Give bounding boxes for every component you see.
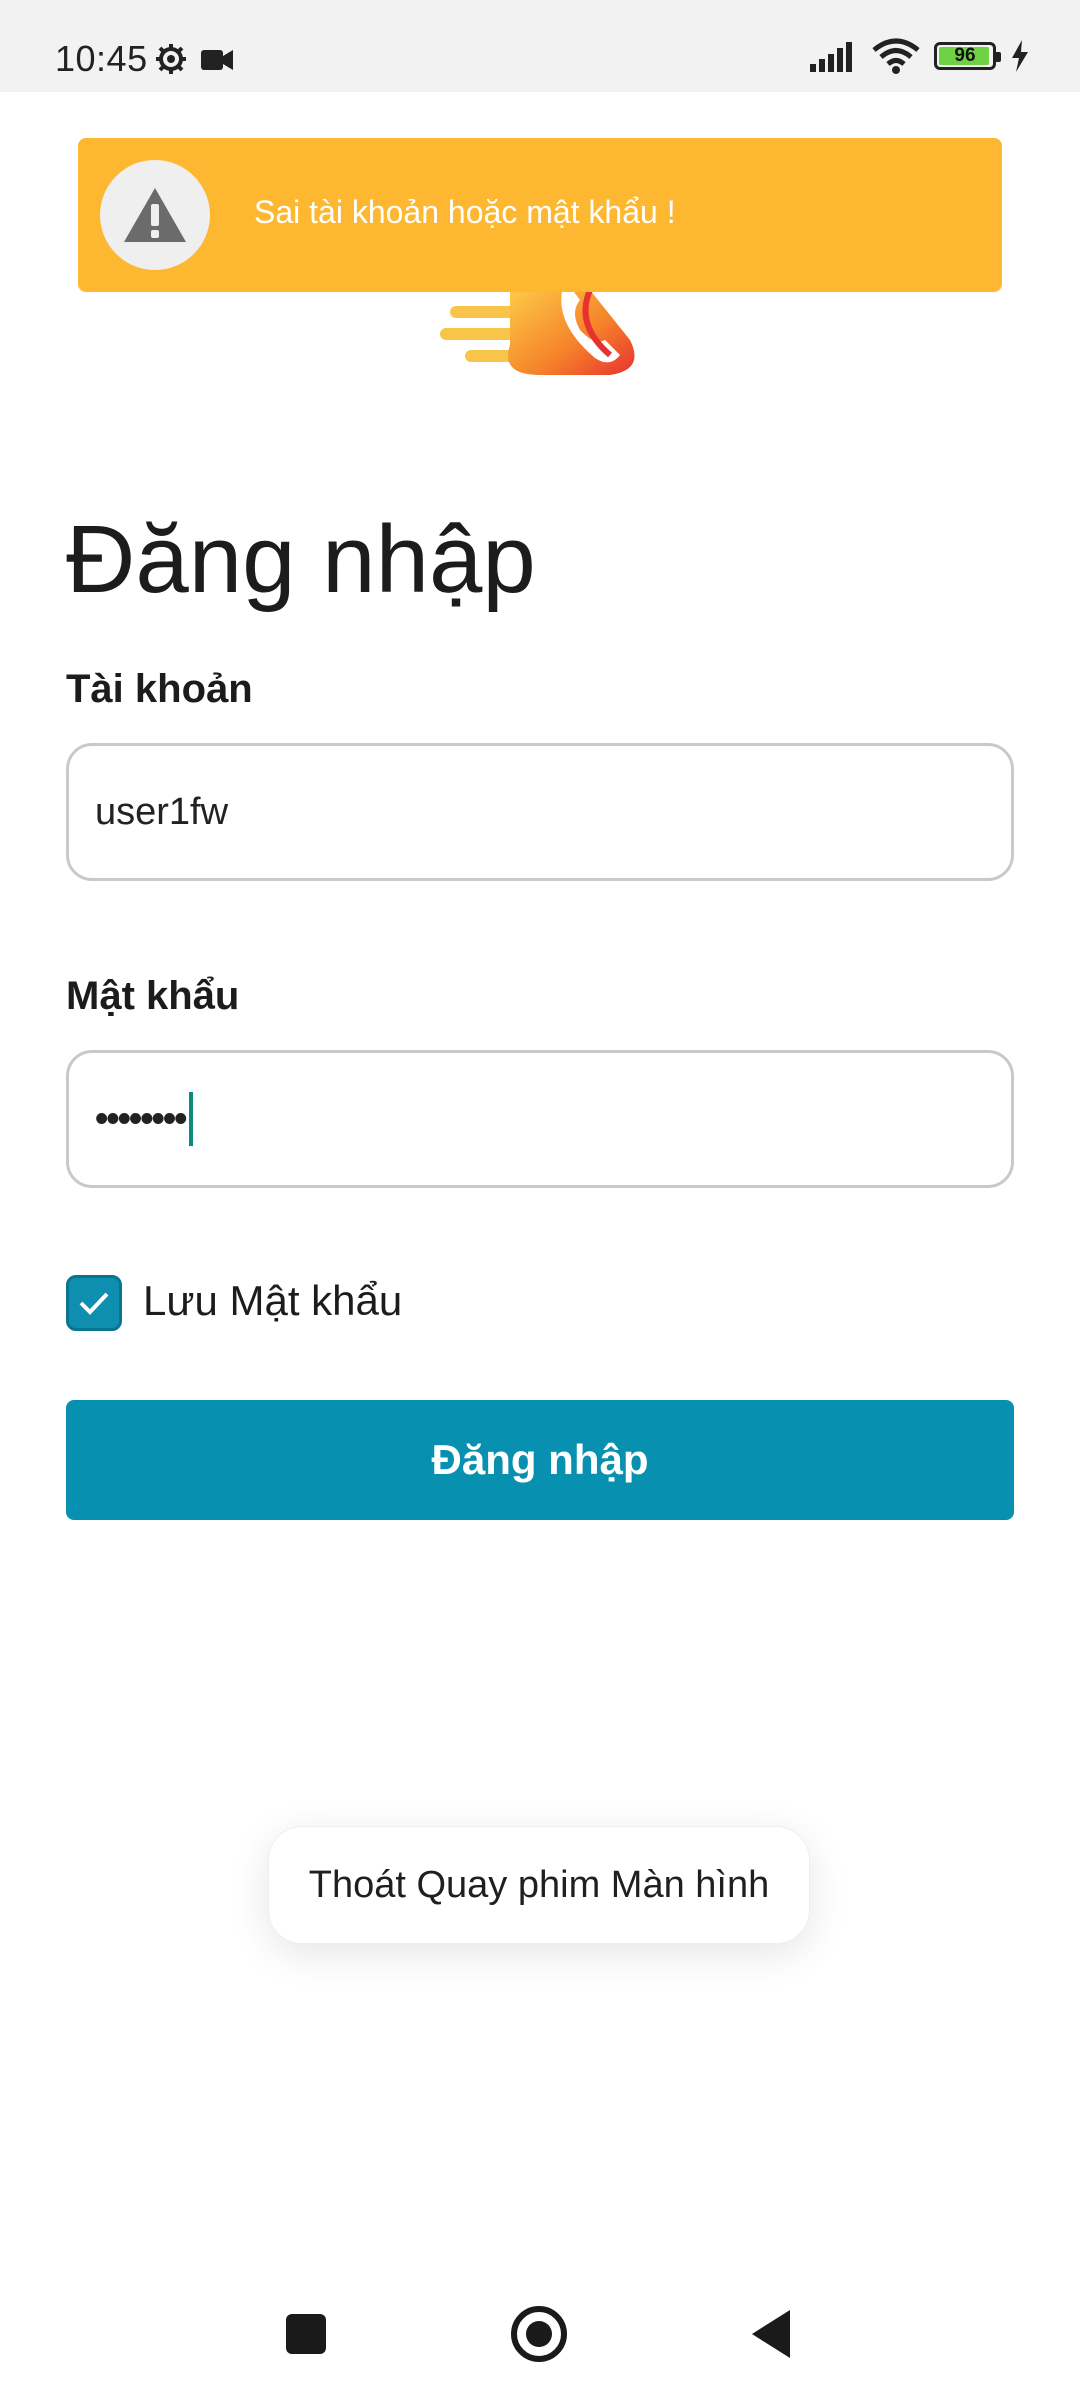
recents-square-icon[interactable]: [286, 2314, 326, 2354]
battery-icon: 96: [934, 42, 1001, 70]
home-circle-icon[interactable]: [511, 2306, 567, 2362]
login-button[interactable]: Đăng nhập: [66, 1400, 1014, 1520]
wifi-icon: [872, 38, 920, 74]
system-nav-bar: [0, 2270, 1080, 2400]
error-alert-banner: Sai tài khoản hoặc mật khẩu !: [78, 138, 1002, 292]
video-camera-icon: [201, 50, 233, 70]
alert-message: Sai tài khoản hoặc mật khẩu !: [254, 194, 676, 230]
password-label: Mật khẩu: [66, 974, 240, 1018]
status-right-icons: 96: [810, 38, 1030, 74]
status-left-icons: [155, 42, 235, 81]
warning-icon-badge: [100, 160, 210, 270]
back-triangle-icon[interactable]: [752, 2310, 790, 2358]
warning-icon: [124, 188, 186, 242]
signal-icon: [810, 42, 852, 72]
remember-password-checkbox[interactable]: [66, 1275, 122, 1331]
text-cursor: [189, 1092, 194, 1146]
charging-bolt-icon: [1012, 40, 1028, 72]
screen-recording-toast: Thoát Quay phim Màn hình: [268, 1826, 810, 1944]
remember-password-label[interactable]: Lưu Mật khẩu: [143, 1277, 402, 1325]
password-value: ••••••••: [95, 1097, 187, 1140]
password-field[interactable]: ••••••••: [66, 1050, 1014, 1188]
battery-level: 96: [954, 45, 976, 66]
toast-message: Thoát Quay phim Màn hình: [308, 1863, 770, 1906]
checkmark-icon: [79, 1292, 109, 1315]
username-field[interactable]: user1fw: [66, 743, 1014, 881]
gear-icon: [156, 44, 186, 74]
status-time: 10:45: [55, 38, 148, 79]
page-title: Đăng nhập: [66, 506, 536, 613]
username-label: Tài khoản: [66, 667, 253, 711]
status-bar: 10:45 96: [0, 0, 1080, 92]
username-value: user1fw: [95, 790, 229, 833]
login-button-label: Đăng nhập: [431, 1436, 649, 1483]
